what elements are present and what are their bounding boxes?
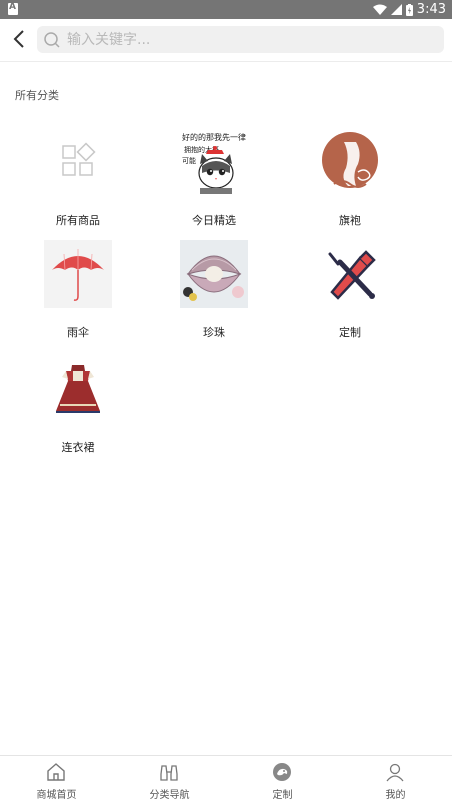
cat-sticker-image: 好的的那我先一律 拥抱的大概 可能 (182, 132, 246, 194)
search-input[interactable] (65, 30, 429, 49)
category-label: 连衣裙 (61, 441, 95, 454)
category-label: 定制 (339, 326, 361, 339)
back-button[interactable] (6, 25, 32, 53)
category-umbrella[interactable]: 雨伞 (10, 240, 146, 350)
qipao-logo-image (322, 132, 378, 188)
category-label: 今日精选 (192, 214, 236, 227)
category-label: 旗袍 (339, 214, 361, 227)
category-pearl[interactable]: 珍珠 (146, 240, 282, 350)
search-icon (44, 31, 60, 48)
back-arrow-icon (13, 30, 24, 48)
status-right: 3:43 (372, 1, 446, 18)
nav-custom[interactable]: 定制 (226, 756, 339, 805)
umbrella-image (44, 240, 112, 308)
battery-icon (405, 3, 413, 16)
header (0, 19, 452, 62)
category-custom[interactable]: 定制 (282, 240, 418, 350)
custom-icon (273, 763, 291, 781)
category-label: 所有商品 (56, 214, 100, 227)
nav-mine[interactable]: 我的 (339, 756, 452, 805)
sticker-line-1: 好的的那我先一律 (182, 132, 246, 142)
category-all-products[interactable]: 所有商品 (10, 128, 146, 238)
dress-image (56, 365, 100, 413)
grid-icon (62, 142, 96, 176)
notification-icon (8, 2, 18, 15)
category-dress[interactable]: 连衣裙 (10, 355, 146, 465)
clock: 3:43 (416, 2, 446, 17)
nav-categories[interactable]: 分类导航 (113, 756, 226, 805)
section-title: 所有分类 (15, 89, 59, 102)
pearl-shell-image (180, 240, 248, 308)
category-label: 珍珠 (203, 326, 225, 339)
search-box[interactable] (37, 26, 444, 53)
bottom-nav: 商城首页 分类导航 定制 我的 (0, 755, 452, 805)
nav-custom-label: 定制 (272, 790, 293, 801)
signal-icon (390, 4, 402, 15)
sticker-line-3: 可能 (182, 156, 196, 165)
nav-categories-label: 分类导航 (149, 790, 190, 801)
category-qipao[interactable]: 旗袍 (282, 128, 418, 238)
category-today-picks[interactable]: 好的的那我先一律 拥抱的大概 可能 今日精选 (146, 128, 282, 238)
tools-icon (328, 250, 376, 300)
home-icon (47, 763, 65, 781)
nav-home-label: 商城首页 (36, 790, 77, 801)
status-bar: 3:43 (0, 0, 452, 19)
nav-home[interactable]: 商城首页 (0, 756, 113, 805)
user-icon (386, 763, 404, 782)
binoculars-icon (160, 765, 178, 781)
wifi-icon (372, 4, 387, 15)
category-label: 雨伞 (67, 326, 89, 339)
nav-mine-label: 我的 (385, 790, 406, 801)
